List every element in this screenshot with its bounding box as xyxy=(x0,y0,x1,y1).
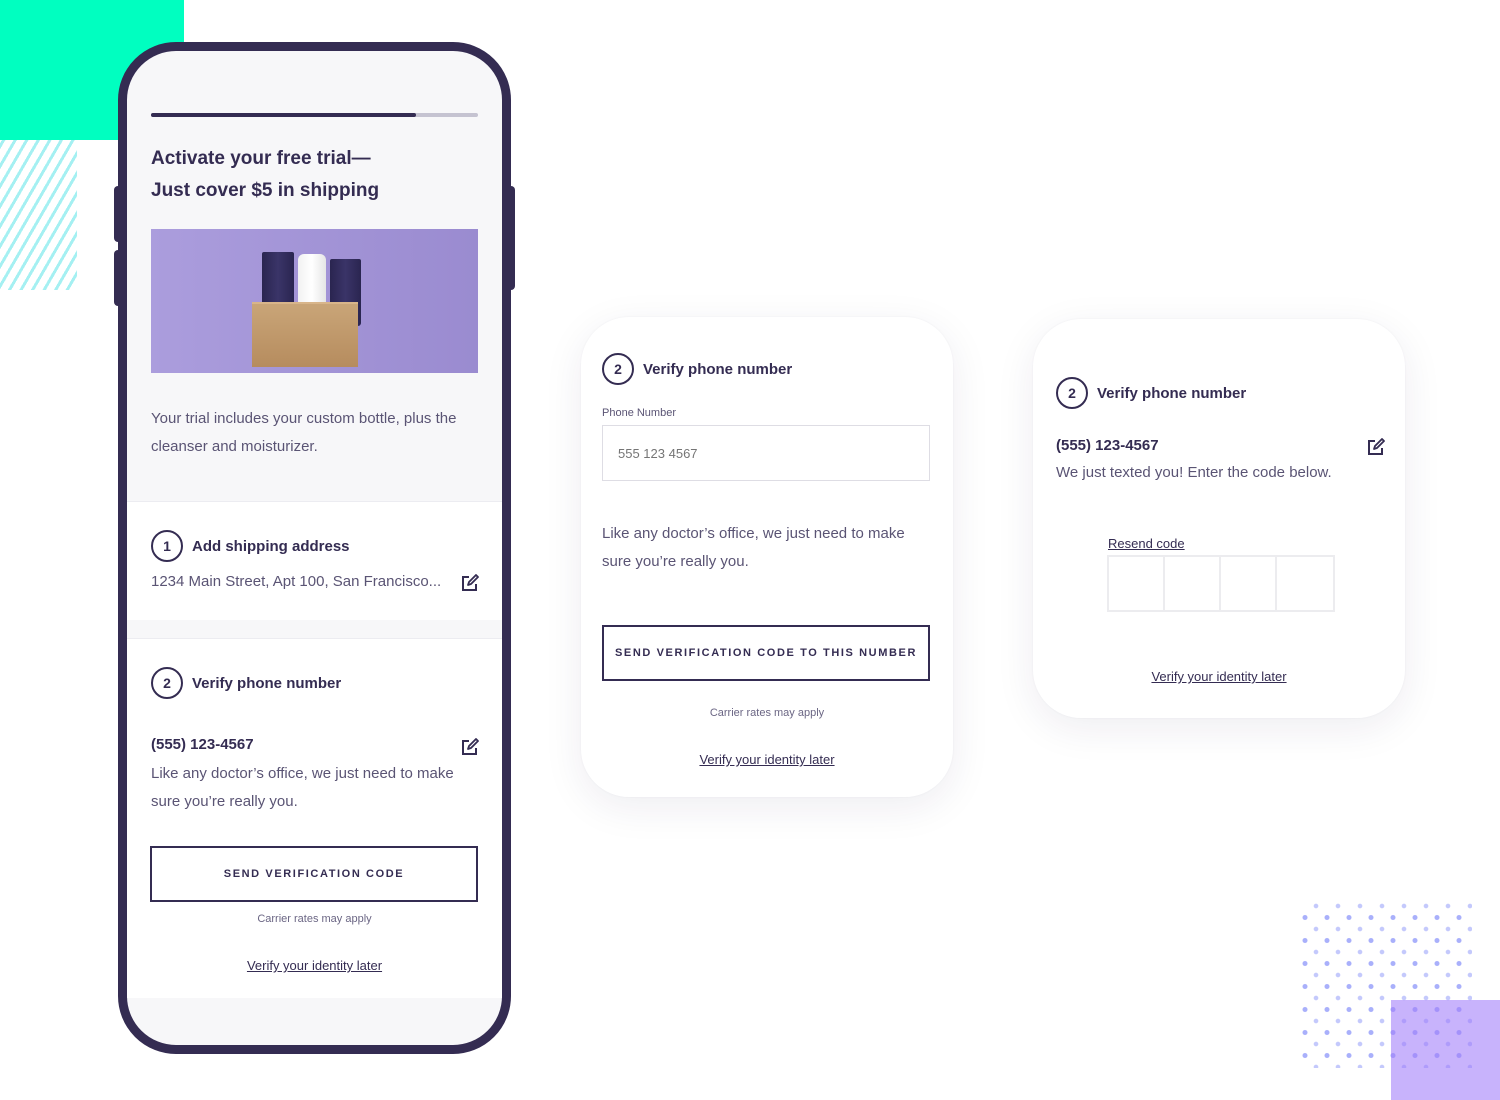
verify-later-wrap: Verify your identity later xyxy=(127,957,502,975)
edit-icon[interactable] xyxy=(461,574,479,592)
step-number-badge: 2 xyxy=(602,353,634,385)
verify-later-wrap: Verify your identity later xyxy=(581,751,953,769)
phone-mockup: Activate your free trial— Just cover $5 … xyxy=(118,42,511,1054)
verify-description-line2: sure you’re really you. xyxy=(602,553,749,570)
step-header: 1 Add shipping address xyxy=(151,530,350,562)
step-number-badge: 1 xyxy=(151,530,183,562)
hero-title-line1: Activate your free trial— xyxy=(151,148,371,169)
send-code-to-number-button[interactable]: SEND VERIFICATION CODE TO THIS NUMBER xyxy=(602,625,930,681)
step-header: 2 Verify phone number xyxy=(151,667,341,699)
resend-code-link[interactable]: Resend code xyxy=(1108,536,1185,551)
step-title: Verify phone number xyxy=(192,674,342,692)
code-digit-input-1[interactable] xyxy=(1109,557,1165,610)
send-verification-code-button[interactable]: SEND VERIFICATION CODE xyxy=(150,846,478,902)
decorative-stripes xyxy=(0,140,77,290)
verify-later-wrap: Verify your identity later xyxy=(1033,668,1405,686)
code-digit-input-4[interactable] xyxy=(1277,557,1333,610)
phone-number-label: Phone Number xyxy=(602,407,676,419)
decorative-purple-block xyxy=(1391,1000,1500,1100)
phone-number-value: (555) 123-4567 xyxy=(1056,437,1159,454)
verify-description: Like any doctor’s office, we just need t… xyxy=(602,520,932,576)
code-instruction: We just texted you! Enter the code below… xyxy=(1056,464,1332,481)
code-digit-input-2[interactable] xyxy=(1165,557,1221,610)
progress-bar xyxy=(151,113,478,117)
verify-description-line2: sure you’re really you. xyxy=(151,793,298,810)
step-number-badge: 2 xyxy=(1056,377,1088,409)
code-input-group xyxy=(1107,555,1335,612)
phone-screen: Activate your free trial— Just cover $5 … xyxy=(127,51,502,1045)
step-number-badge: 2 xyxy=(151,667,183,699)
code-digit-input-3[interactable] xyxy=(1221,557,1277,610)
shipping-address-value: 1234 Main Street, Apt 100, San Francisco… xyxy=(151,573,442,590)
verify-later-link[interactable]: Verify your identity later xyxy=(1151,669,1286,684)
hero-title-line2: Just cover $5 in shipping xyxy=(151,180,380,201)
step-title: Add shipping address xyxy=(192,537,350,555)
phone-number-value: (555) 123-4567 xyxy=(151,736,254,753)
verify-later-link[interactable]: Verify your identity later xyxy=(247,958,382,973)
step-title: Verify phone number xyxy=(1097,384,1247,402)
shipping-box xyxy=(252,302,358,367)
verify-later-link[interactable]: Verify your identity later xyxy=(699,752,834,767)
hero-description: Your trial includes your custom bottle, … xyxy=(151,410,457,455)
step-title: Verify phone number xyxy=(643,360,793,378)
verify-description: Like any doctor’s office, we just need t… xyxy=(151,760,481,816)
progress-bar-fill xyxy=(151,113,416,117)
edit-icon[interactable] xyxy=(1367,438,1385,456)
step-header: 2 Verify phone number xyxy=(602,353,792,385)
phone-entry-card: 2 Verify phone number Phone Number Like … xyxy=(581,317,953,797)
code-entry-card: 2 Verify phone number (555) 123-4567 We … xyxy=(1033,319,1405,718)
verify-description-line1: Like any doctor’s office, we just need t… xyxy=(602,525,905,542)
carrier-rates-note: Carrier rates may apply xyxy=(709,707,825,719)
step-verify-phone: 2 Verify phone number (555) 123-4567 Lik… xyxy=(127,638,502,998)
phone-number-input[interactable] xyxy=(602,425,930,481)
edit-icon[interactable] xyxy=(461,738,479,756)
step-header: 2 Verify phone number xyxy=(1056,377,1246,409)
hero-title: Activate your free trial— Just cover $5 … xyxy=(151,143,471,207)
step-shipping-address: 1 Add shipping address 1234 Main Street,… xyxy=(127,501,502,620)
verify-description-line1: Like any doctor’s office, we just need t… xyxy=(151,765,454,782)
carrier-rates-note: Carrier rates may apply xyxy=(257,913,372,925)
product-image xyxy=(151,229,478,373)
